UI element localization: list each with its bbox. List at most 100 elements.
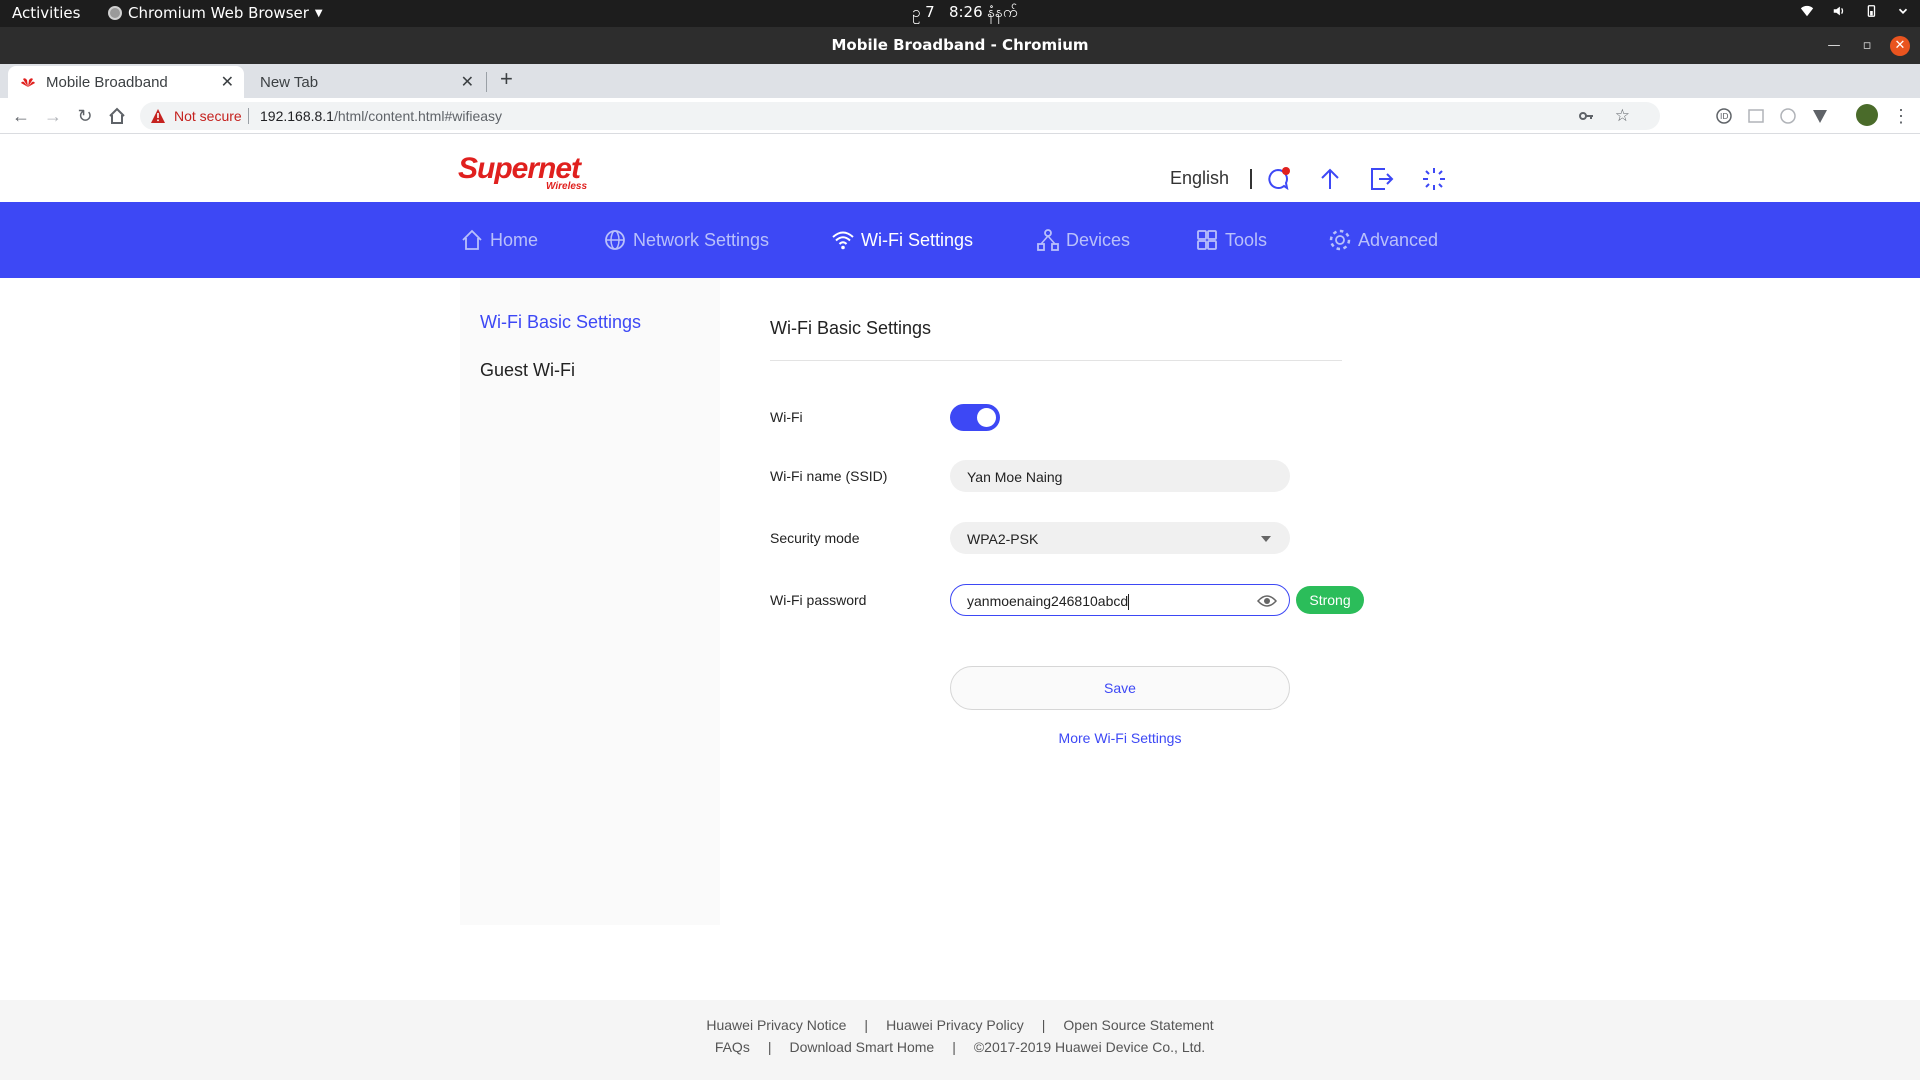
wifi-toggle-label: Wi-Fi <box>770 409 803 425</box>
nav-label: Network Settings <box>633 229 770 250</box>
system-tray[interactable] <box>1800 4 1910 18</box>
url-path: /html/content.html#wifieasy <box>333 108 503 124</box>
extension-4-icon[interactable] <box>1811 107 1829 125</box>
password-label: Wi-Fi password <box>770 592 867 608</box>
tools-icon <box>1197 230 1217 250</box>
footer-links-row-2: FAQs | Download Smart Home | ©2017-2019 Huaw… <box>0 1039 1920 1055</box>
security-mode-value: WPA2-PSK <box>967 531 1039 547</box>
bookmark-star-icon[interactable]: ☆ <box>1615 102 1630 130</box>
supernet-logo: Supernet Wireless <box>458 152 587 192</box>
footer-links-row-1: Huawei Privacy Notice | Huawei Privacy Pol… <box>0 1017 1920 1033</box>
logout-icon[interactable] <box>1369 166 1395 192</box>
logo-subtext: Wireless <box>546 181 588 192</box>
wifi-signal-icon <box>1800 5 1814 17</box>
language-selector[interactable]: English <box>1170 168 1229 189</box>
page-title: Wi-Fi Basic Settings <box>770 318 932 338</box>
home-icon[interactable] <box>106 105 128 127</box>
chevron-down-icon: ▼ <box>314 7 323 19</box>
chevron-down-icon <box>1261 536 1271 542</box>
home-icon <box>462 229 482 250</box>
close-window-button[interactable]: ✕ <box>1890 27 1910 64</box>
clock-time: 8:26 နံနက် <box>948 3 1018 21</box>
ssid-value: Yan Moe Naing <box>967 469 1063 485</box>
footer-link-faqs[interactable]: FAQs <box>715 1039 750 1055</box>
devices-icon <box>1037 229 1059 251</box>
tab-strip: Mobile Broadband ✕ New Tab ✕ <box>0 64 1920 98</box>
main-navigation: Home Network Settings Wi-Fi Settings Dev… <box>0 202 1920 278</box>
tab-divider <box>486 72 487 92</box>
sidebar-item-guest-wifi[interactable]: Guest Wi-Fi <box>480 360 575 381</box>
page-footer: Huawei Privacy Notice | Huawei Privacy Pol… <box>0 1000 1920 1080</box>
system-top-bar: Activities Chromium Web Browser ▼ ဥ 7 8:… <box>0 0 1920 27</box>
security-mode-select[interactable]: WPA2-PSK <box>950 522 1290 554</box>
close-tab-icon[interactable]: ✕ <box>461 72 474 92</box>
chromium-icon <box>108 6 122 20</box>
footer-link-download-smart-home[interactable]: Download Smart Home <box>789 1039 934 1055</box>
save-button[interactable]: Save <box>950 666 1290 710</box>
sidebar-item-wifi-basic-settings[interactable]: Wi-Fi Basic Settings <box>480 312 641 333</box>
huawei-logo-icon <box>21 78 35 87</box>
toggle-knob <box>977 408 996 427</box>
activities-button[interactable]: Activities <box>12 4 80 22</box>
nav-advanced[interactable]: Advanced <box>1328 202 1438 278</box>
security-status[interactable]: Not secure <box>174 102 242 130</box>
new-tab-button[interactable]: + <box>500 66 513 92</box>
text-caret <box>1128 594 1130 611</box>
maximize-button[interactable]: ▫ <box>1857 27 1877 64</box>
update-arrow-icon[interactable] <box>1317 166 1343 192</box>
gear-icon <box>1329 229 1351 251</box>
nav-wifi-settings[interactable]: Wi-Fi Settings <box>831 202 973 278</box>
close-tab-icon[interactable]: ✕ <box>221 72 234 92</box>
browser-toolbar: ← → ↻ Not secure 192.168.8.1/html/conten… <box>0 98 1920 134</box>
profile-avatar[interactable] <box>1856 104 1878 126</box>
svg-text:ID: ID <box>1720 112 1729 121</box>
tab-label: Mobile Broadband <box>46 73 168 91</box>
wifi-icon <box>832 231 854 250</box>
warning-icon <box>151 109 165 123</box>
tab-new-tab[interactable]: New Tab ✕ <box>248 66 484 98</box>
message-icon[interactable] <box>1265 166 1291 192</box>
footer-divider: | <box>952 1039 956 1055</box>
footer-divider: | <box>1041 1017 1046 1033</box>
footer-link-open-source[interactable]: Open Source Statement <box>1063 1017 1213 1033</box>
footer-link-privacy-notice[interactable]: Huawei Privacy Notice <box>706 1017 846 1033</box>
tab-mobile-broadband[interactable]: Mobile Broadband ✕ <box>8 66 244 98</box>
nav-network-settings[interactable]: Network Settings <box>603 202 769 278</box>
footer-divider: | <box>767 1039 772 1055</box>
url-text[interactable]: 192.168.8.1/html/content.html#wifieasy <box>260 102 502 130</box>
close-icon: ✕ <box>1890 35 1910 56</box>
nav-devices[interactable]: Devices <box>1036 202 1130 278</box>
forward-icon[interactable]: → <box>42 105 64 127</box>
wifi-toggle[interactable] <box>950 404 1000 431</box>
ssid-input[interactable]: Yan Moe Naing <box>950 460 1290 492</box>
security-mode-label: Security mode <box>770 530 860 546</box>
back-icon[interactable]: ← <box>10 105 32 127</box>
nav-tools[interactable]: Tools <box>1195 202 1267 278</box>
nav-label: Home <box>490 229 539 250</box>
battery-icon <box>1867 5 1876 17</box>
volume-icon <box>1833 6 1844 16</box>
browser-menu-icon[interactable]: ⋮ <box>1890 105 1912 127</box>
password-value: yanmoenaing246810abcd <box>967 593 1129 609</box>
extension-1-icon[interactable]: ID <box>1715 107 1733 125</box>
footer-link-privacy-policy[interactable]: Huawei Privacy Policy <box>886 1017 1024 1033</box>
title-divider <box>770 360 1342 361</box>
minimize-button[interactable]: — <box>1824 27 1844 64</box>
ssid-label: Wi-Fi name (SSID) <box>770 468 888 484</box>
password-input[interactable]: yanmoenaing246810abcd <box>950 584 1290 616</box>
app-menu[interactable]: Chromium Web Browser ▼ <box>108 4 323 22</box>
nav-home[interactable]: Home <box>460 202 538 278</box>
reload-icon[interactable]: ↻ <box>74 105 96 127</box>
clock[interactable]: ဥ 7 8:26 နံနက် <box>912 3 1018 25</box>
show-password-eye-icon[interactable] <box>1257 593 1277 609</box>
more-wifi-settings-link[interactable]: More Wi-Fi Settings <box>950 730 1290 746</box>
key-icon[interactable] <box>1578 108 1594 124</box>
header-divider <box>1250 169 1252 189</box>
address-bar[interactable]: Not secure 192.168.8.1/html/content.html… <box>140 102 1660 130</box>
nav-label: Advanced <box>1358 229 1439 250</box>
url-host: 192.168.8.1 <box>260 108 334 124</box>
window-title-bar: Mobile Broadband - Chromium — ▫ ✕ <box>0 27 1920 64</box>
nav-label: Wi-Fi Settings <box>861 229 974 250</box>
extension-2-icon[interactable] <box>1747 107 1765 125</box>
extension-3-icon[interactable] <box>1779 107 1797 125</box>
